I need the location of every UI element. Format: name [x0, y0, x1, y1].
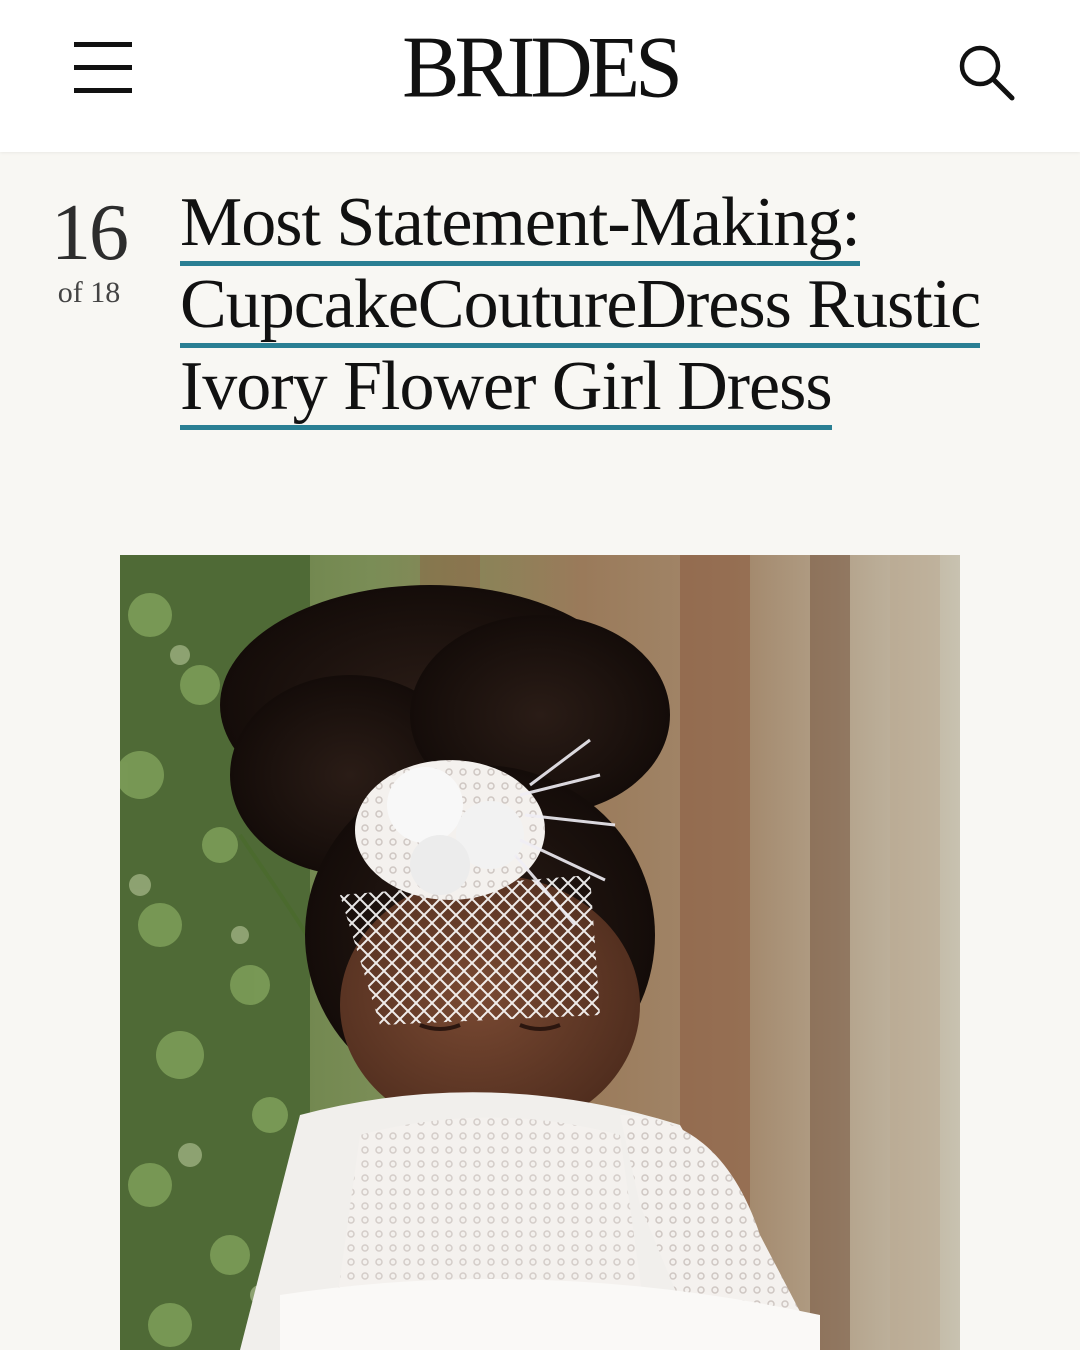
slide-title: Most Statement-Making: CupcakeCoutureDre… [180, 182, 1040, 430]
product-image[interactable] [120, 555, 960, 1350]
flower-girl-photo [120, 555, 960, 1350]
slide-counter: 16 of 18 [30, 190, 148, 310]
slide-number: 16 [51, 189, 129, 277]
slide-total: of 18 [57, 276, 121, 309]
product-link[interactable]: Most Statement-Making: CupcakeCoutureDre… [180, 184, 981, 430]
site-header: BRIDES [0, 0, 1080, 152]
search-icon[interactable] [950, 38, 1020, 104]
site-logo[interactable]: BRIDES [0, 21, 1080, 113]
